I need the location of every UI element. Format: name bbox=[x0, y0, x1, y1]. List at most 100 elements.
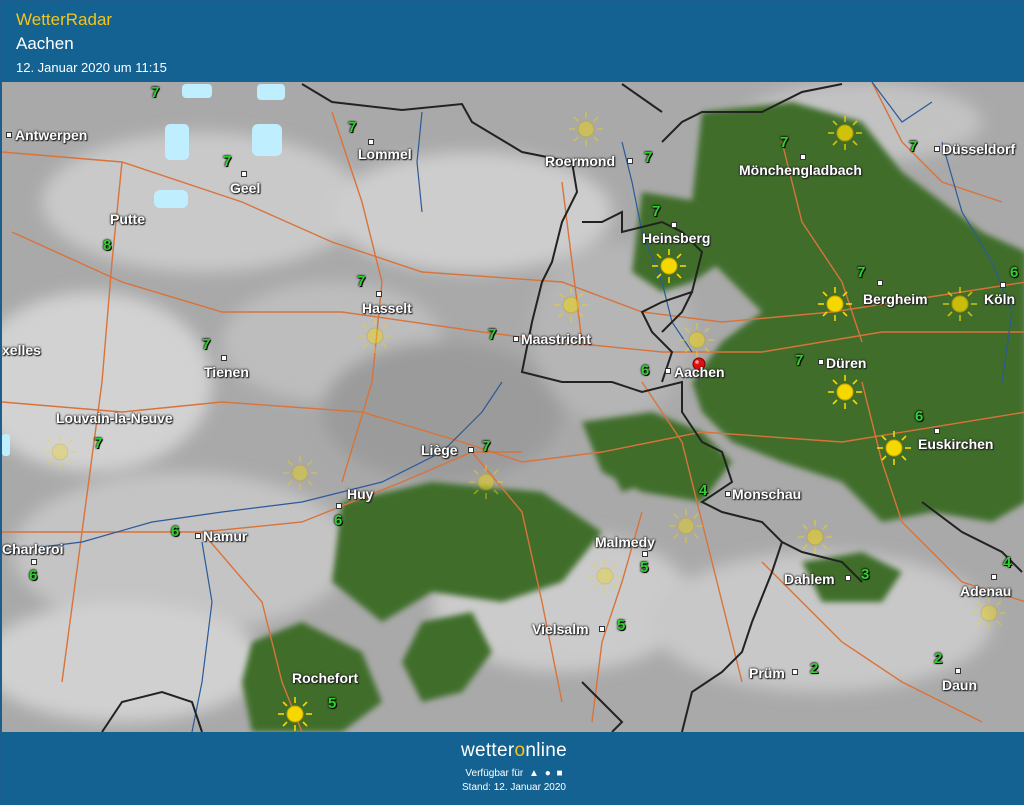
place-label-moenchengladbach[interactable]: Mönchengladbach bbox=[739, 162, 862, 178]
place-label-rochefort[interactable]: Rochefort bbox=[292, 670, 358, 686]
city-marker bbox=[671, 222, 677, 228]
sun-icon bbox=[818, 287, 852, 321]
temperature-value: 7 bbox=[357, 273, 366, 290]
sun-icon bbox=[588, 559, 622, 593]
place-label-maastricht[interactable]: Maastricht bbox=[521, 331, 591, 347]
place-label-geel[interactable]: Geel bbox=[230, 180, 260, 196]
temperature-value: 7 bbox=[909, 138, 918, 155]
temperature-value: 5 bbox=[617, 617, 626, 634]
temperature-value: 4 bbox=[1003, 554, 1012, 571]
sun-icon bbox=[652, 249, 686, 283]
place-label-namur[interactable]: Namur bbox=[203, 528, 247, 544]
place-label-malmedy[interactable]: Malmedy bbox=[595, 534, 655, 550]
city-marker bbox=[195, 533, 201, 539]
temperature-value: 7 bbox=[857, 264, 866, 281]
windows-icon[interactable]: ■ bbox=[557, 768, 563, 779]
place-label-dueren[interactable]: Düren bbox=[826, 355, 866, 371]
city-marker bbox=[336, 503, 342, 509]
city-marker bbox=[241, 171, 247, 177]
place-label-vielsalm[interactable]: Vielsalm bbox=[532, 621, 589, 637]
sun-icon bbox=[358, 319, 392, 353]
place-label-dahlem[interactable]: Dahlem bbox=[784, 571, 835, 587]
city-marker bbox=[31, 559, 37, 565]
sun-icon bbox=[554, 288, 588, 322]
weather-radar-map[interactable]: Antwerpen Lommel Roermond Mönchengladbac… bbox=[2, 82, 1024, 732]
place-label-louvain-la-neuve[interactable]: Louvain-la-Neuve bbox=[56, 410, 173, 426]
temperature-value: 2 bbox=[934, 650, 943, 667]
place-label-bruxelles[interactable]: xelles bbox=[2, 342, 41, 358]
map-base-layer bbox=[2, 82, 1024, 732]
temperature-value: 7 bbox=[223, 153, 232, 170]
app-frame: WetterRadar Aachen 12. Januar 2020 um 11… bbox=[0, 0, 1024, 805]
place-label-daun[interactable]: Daun bbox=[942, 677, 977, 693]
temperature-value: 5 bbox=[640, 559, 649, 576]
sun-icon bbox=[828, 116, 862, 150]
sun-icon bbox=[469, 465, 503, 499]
city-marker bbox=[845, 575, 851, 581]
place-label-roermond[interactable]: Roermond bbox=[545, 153, 615, 169]
city-marker bbox=[665, 368, 671, 374]
city-marker bbox=[1000, 282, 1006, 288]
place-label-aachen[interactable]: Aachen bbox=[674, 364, 725, 380]
header-bar: WetterRadar Aachen 12. Januar 2020 um 11… bbox=[2, 2, 1024, 82]
sun-icon bbox=[569, 112, 603, 146]
sun-icon bbox=[283, 456, 317, 490]
temperature-value: 6 bbox=[171, 523, 180, 540]
temperature-value: 6 bbox=[334, 512, 343, 529]
sun-icon bbox=[972, 596, 1006, 630]
place-label-pruem[interactable]: Prüm bbox=[749, 665, 785, 681]
place-label-putte[interactable]: Putte bbox=[110, 211, 145, 227]
place-label-heinsberg[interactable]: Heinsberg bbox=[642, 230, 710, 246]
sun-icon bbox=[278, 697, 312, 731]
temperature-value: 6 bbox=[641, 362, 650, 379]
place-label-adenau[interactable]: Adenau bbox=[960, 583, 1011, 599]
sun-icon bbox=[877, 431, 911, 465]
apple-icon[interactable]: ● bbox=[545, 768, 551, 779]
city-marker bbox=[955, 668, 961, 674]
place-label-hasselt[interactable]: Hasselt bbox=[362, 300, 412, 316]
sun-icon bbox=[943, 287, 977, 321]
temperature-value: 7 bbox=[94, 435, 103, 452]
city-marker bbox=[627, 158, 633, 164]
city-marker bbox=[991, 574, 997, 580]
city-marker bbox=[877, 280, 883, 286]
android-icon[interactable]: ▲ bbox=[529, 768, 539, 779]
place-label-antwerpen[interactable]: Antwerpen bbox=[15, 127, 87, 143]
temperature-value: 7 bbox=[652, 203, 661, 220]
place-label-duesseldorf[interactable]: Düsseldorf bbox=[942, 141, 1015, 157]
app-title: WetterRadar bbox=[16, 10, 113, 29]
footer-bar: wetteronline Verfügbar für ▲ ● ■ Stand: … bbox=[2, 732, 1024, 805]
place-label-bergheim[interactable]: Bergheim bbox=[863, 291, 928, 307]
city-marker bbox=[6, 132, 12, 138]
temperature-value: 7 bbox=[482, 438, 491, 455]
city-marker bbox=[513, 336, 519, 342]
stand-date: Stand: 12. Januar 2020 bbox=[462, 782, 566, 793]
place-label-monschau[interactable]: Monschau bbox=[732, 486, 801, 502]
temperature-value: 5 bbox=[328, 695, 337, 712]
place-label-huy[interactable]: Huy bbox=[347, 486, 373, 502]
sun-icon bbox=[43, 435, 77, 469]
sun-icon bbox=[798, 520, 832, 554]
temperature-value: 7 bbox=[488, 326, 497, 343]
place-label-tienen[interactable]: Tienen bbox=[204, 364, 249, 380]
wetteronline-logo[interactable]: wetteronline bbox=[2, 740, 1024, 762]
sun-icon bbox=[669, 509, 703, 543]
city-marker bbox=[468, 447, 474, 453]
availability-line: Verfügbar für ▲ ● ■ bbox=[2, 768, 1024, 779]
city-marker bbox=[725, 491, 731, 497]
temperature-value: 6 bbox=[1010, 264, 1019, 281]
place-label-euskirchen[interactable]: Euskirchen bbox=[918, 436, 993, 452]
city-marker bbox=[376, 291, 382, 297]
place-label-charleroi[interactable]: Charleroi bbox=[2, 541, 63, 557]
place-label-lommel[interactable]: Lommel bbox=[358, 146, 412, 162]
city-marker bbox=[221, 355, 227, 361]
place-label-koeln[interactable]: Köln bbox=[984, 291, 1015, 307]
temperature-value: 8 bbox=[103, 237, 112, 254]
city-marker bbox=[818, 359, 824, 365]
city-marker bbox=[642, 551, 648, 557]
temperature-value: 2 bbox=[810, 660, 819, 677]
temperature-value: 6 bbox=[29, 567, 38, 584]
place-label-liege[interactable]: Liège bbox=[421, 442, 458, 458]
temperature-value: 7 bbox=[151, 84, 160, 101]
city-marker bbox=[934, 146, 940, 152]
